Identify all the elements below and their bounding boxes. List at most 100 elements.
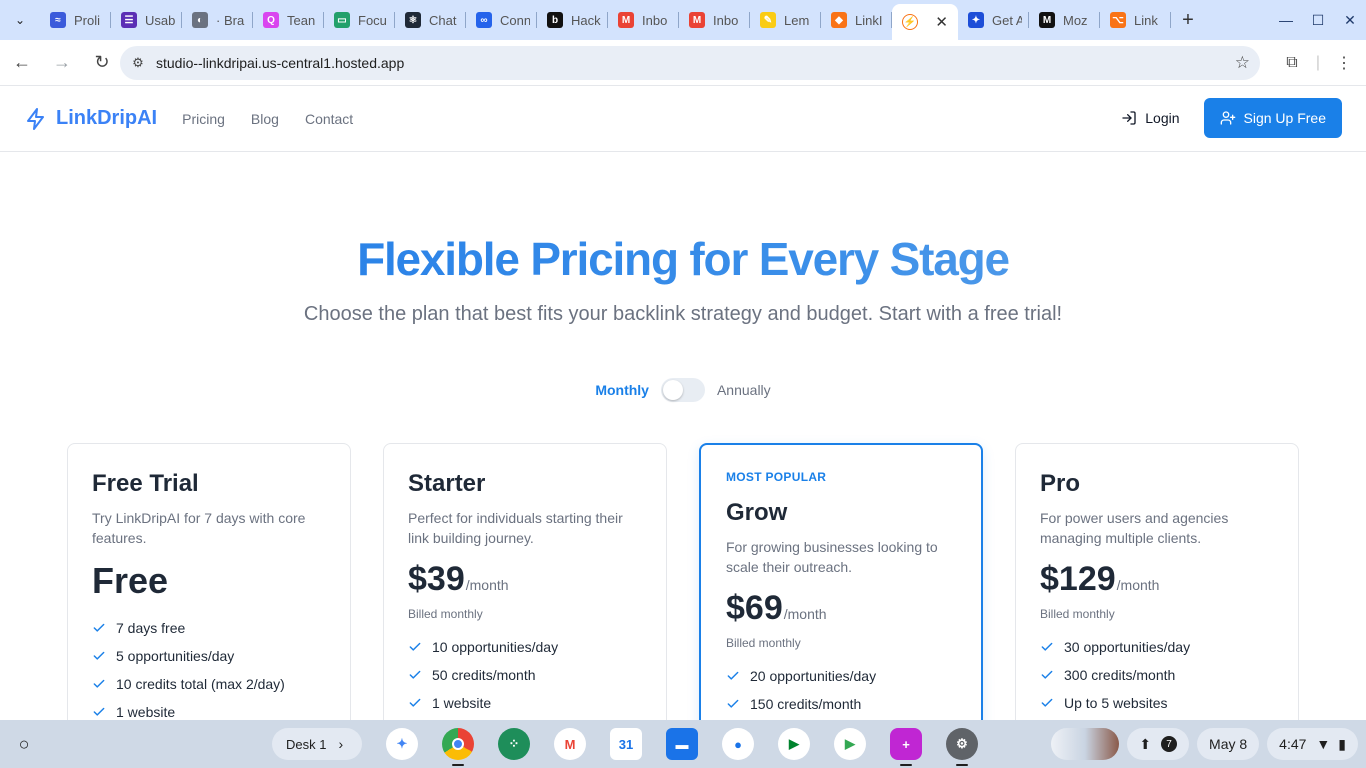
brand-logo[interactable]: LinkDripAI [24, 107, 157, 131]
auth-actions: Login Sign Up Free [1121, 98, 1342, 138]
brand-name: LinkDripAI [56, 107, 158, 129]
new-tab-icon[interactable]: + [1171, 9, 1205, 32]
browser-tab[interactable]: b Hack [537, 0, 608, 40]
browser-tab[interactable]: ✎ Lem [750, 0, 821, 40]
feature-item: 150 credits/month [726, 690, 958, 718]
status-tray: ⬆ 7 May 8 4:47 ▼ ▮ [1051, 728, 1366, 760]
chrome-app-icon[interactable] [442, 728, 474, 766]
switch-knob [662, 380, 683, 400]
calendar-app-icon[interactable]: 31 [610, 728, 642, 760]
tab-favicon-icon: ◆ [831, 12, 847, 28]
settings-app-icon[interactable]: ⚙ [946, 728, 978, 766]
minimize-icon[interactable]: — [1270, 12, 1302, 28]
meet-app-icon[interactable]: ▶ [778, 728, 810, 760]
feature-item: 10 opportunities/day [408, 633, 642, 661]
reload-icon[interactable]: ↻ [84, 45, 120, 81]
plan-card-free-trial: Free Trial Try LinkDripAI for 7 days wit… [67, 443, 351, 743]
tab-title: Chat [429, 12, 457, 28]
bookmark-star-icon[interactable]: ☆ [1235, 53, 1250, 73]
forward-arrow-icon[interactable]: → [44, 45, 80, 81]
signup-label: Sign Up Free [1243, 110, 1326, 126]
play-store-app-icon[interactable]: ▶ [834, 728, 866, 760]
site-info-icon[interactable]: ⚙ [120, 55, 156, 71]
plan-price: $39 /month [408, 560, 642, 599]
address-bar[interactable]: ⚙ studio--linkdripai.us-central1.hosted.… [120, 46, 1260, 80]
signup-button[interactable]: Sign Up Free [1203, 98, 1342, 138]
check-icon [727, 671, 739, 680]
tab-title: Inbo [642, 12, 668, 28]
screen-capture-app-icon[interactable]: + [890, 728, 922, 766]
messages-app-icon[interactable]: ● [722, 728, 754, 760]
browser-tab[interactable]: ▭ Focu [324, 0, 395, 40]
back-arrow-icon[interactable]: ← [4, 45, 40, 81]
tab-title: Conn [500, 12, 530, 28]
tab-favicon-icon: ⚡ [902, 14, 918, 30]
nav-link-blog[interactable]: Blog [251, 111, 279, 127]
tab-favicon-icon: ∞ [476, 12, 492, 28]
browser-tab[interactable]: ⚛ Chat [395, 0, 466, 40]
price-period: /month [465, 577, 509, 593]
desk-label: Desk 1 [286, 736, 327, 752]
chevron-right-icon: › [338, 736, 344, 752]
tab-favicon-icon: ⚛ [405, 12, 421, 28]
plan-card-grow: MOST POPULAR Grow For growing businesses… [699, 443, 983, 743]
plan-name: Free Trial [92, 470, 199, 497]
feature-text: 300 credits/month [1064, 667, 1176, 683]
monthly-label[interactable]: Monthly [595, 382, 649, 398]
gmail-app-icon[interactable]: M [554, 728, 586, 760]
browser-tab[interactable]: ≈ Proli [40, 0, 111, 40]
tab-search-chevron-icon[interactable]: ⌄ [0, 0, 40, 40]
launcher-icon[interactable]: ○ [0, 734, 48, 755]
browser-tab[interactable]: ☰ Usab [111, 0, 182, 40]
browser-tab[interactable]: ✦ Get A [958, 0, 1029, 40]
browser-tab[interactable]: ∞ Conn [466, 0, 537, 40]
workspace-app-icon[interactable]: ⁘ [498, 728, 530, 760]
billing-period-switch[interactable] [660, 378, 705, 402]
date-pill[interactable]: May 8 [1197, 728, 1260, 760]
files-app-icon[interactable]: ▬ [666, 728, 698, 760]
feature-list: 10 opportunities/day 50 credits/month 1 we… [408, 633, 642, 717]
tab-favicon-icon: ▭ [334, 12, 350, 28]
nav-link-contact[interactable]: Contact [305, 111, 353, 127]
user-plus-icon [1220, 111, 1235, 125]
active-browser-tab[interactable]: ⚡ ✕ [892, 4, 958, 40]
upload-icon: ⬆ [1139, 735, 1152, 752]
close-tab-icon[interactable]: ✕ [935, 13, 948, 31]
browser-tab[interactable]: M Inbo [679, 0, 750, 40]
feature-text: 150 credits/month [750, 696, 862, 712]
pinned-apps: ✦ ⁘ M 31 ▬ ● ▶ ▶ + ⚙ [386, 728, 1002, 766]
billing-note: Billed monthly [726, 636, 801, 650]
browser-tab[interactable]: M Inbo [608, 0, 679, 40]
browser-tab[interactable]: ◆ LinkI [821, 0, 892, 40]
billing-toggle-group: Monthly Annually [0, 378, 1366, 402]
feature-list: 7 days free 5 opportunities/day 10 credits… [92, 614, 326, 726]
nav-link-pricing[interactable]: Pricing [182, 111, 225, 127]
browser-tab[interactable]: ⌥ Link [1100, 0, 1171, 40]
plan-description: For growing businesses looking to scale … [726, 539, 938, 575]
date-text: May 8 [1209, 736, 1248, 752]
url-text[interactable]: studio--linkdripai.us-central1.hosted.ap… [156, 55, 404, 71]
most-popular-badge: MOST POPULAR [726, 470, 827, 484]
lightning-icon [27, 107, 44, 130]
browser-tab[interactable]: Q Tean [253, 0, 324, 40]
system-status-pill[interactable]: 4:47 ▼ ▮ [1267, 728, 1358, 760]
gemini-app-icon[interactable]: ✦ [386, 728, 418, 760]
feature-list: 20 opportunities/day 150 credits/month [726, 662, 958, 718]
plan-card-pro: Pro For power users and agencies managin… [1015, 443, 1299, 743]
close-window-icon[interactable]: ✕ [1334, 12, 1366, 29]
price-period: /month [1116, 577, 1160, 593]
browser-tab[interactable]: M Moz [1029, 0, 1100, 40]
holding-space-thumbnails[interactable] [1051, 728, 1120, 760]
desk-switcher[interactable]: Desk 1 › [272, 728, 362, 760]
maximize-icon[interactable]: ☐ [1302, 12, 1334, 29]
extensions-icon[interactable]: ⧉ [1270, 54, 1314, 72]
annually-label[interactable]: Annually [717, 382, 771, 398]
notification-count: 7 [1161, 736, 1178, 752]
login-button[interactable]: Login [1121, 110, 1180, 126]
more-menu-icon[interactable]: ⋮ [1322, 53, 1366, 73]
feature-item: 7 days free [92, 614, 326, 642]
feature-item: Up to 5 websites [1040, 689, 1274, 717]
browser-tab[interactable]: ◐ · Bra [182, 0, 253, 40]
notification-pill[interactable]: ⬆ 7 [1127, 728, 1190, 760]
time-text: 4:47 [1279, 736, 1307, 752]
